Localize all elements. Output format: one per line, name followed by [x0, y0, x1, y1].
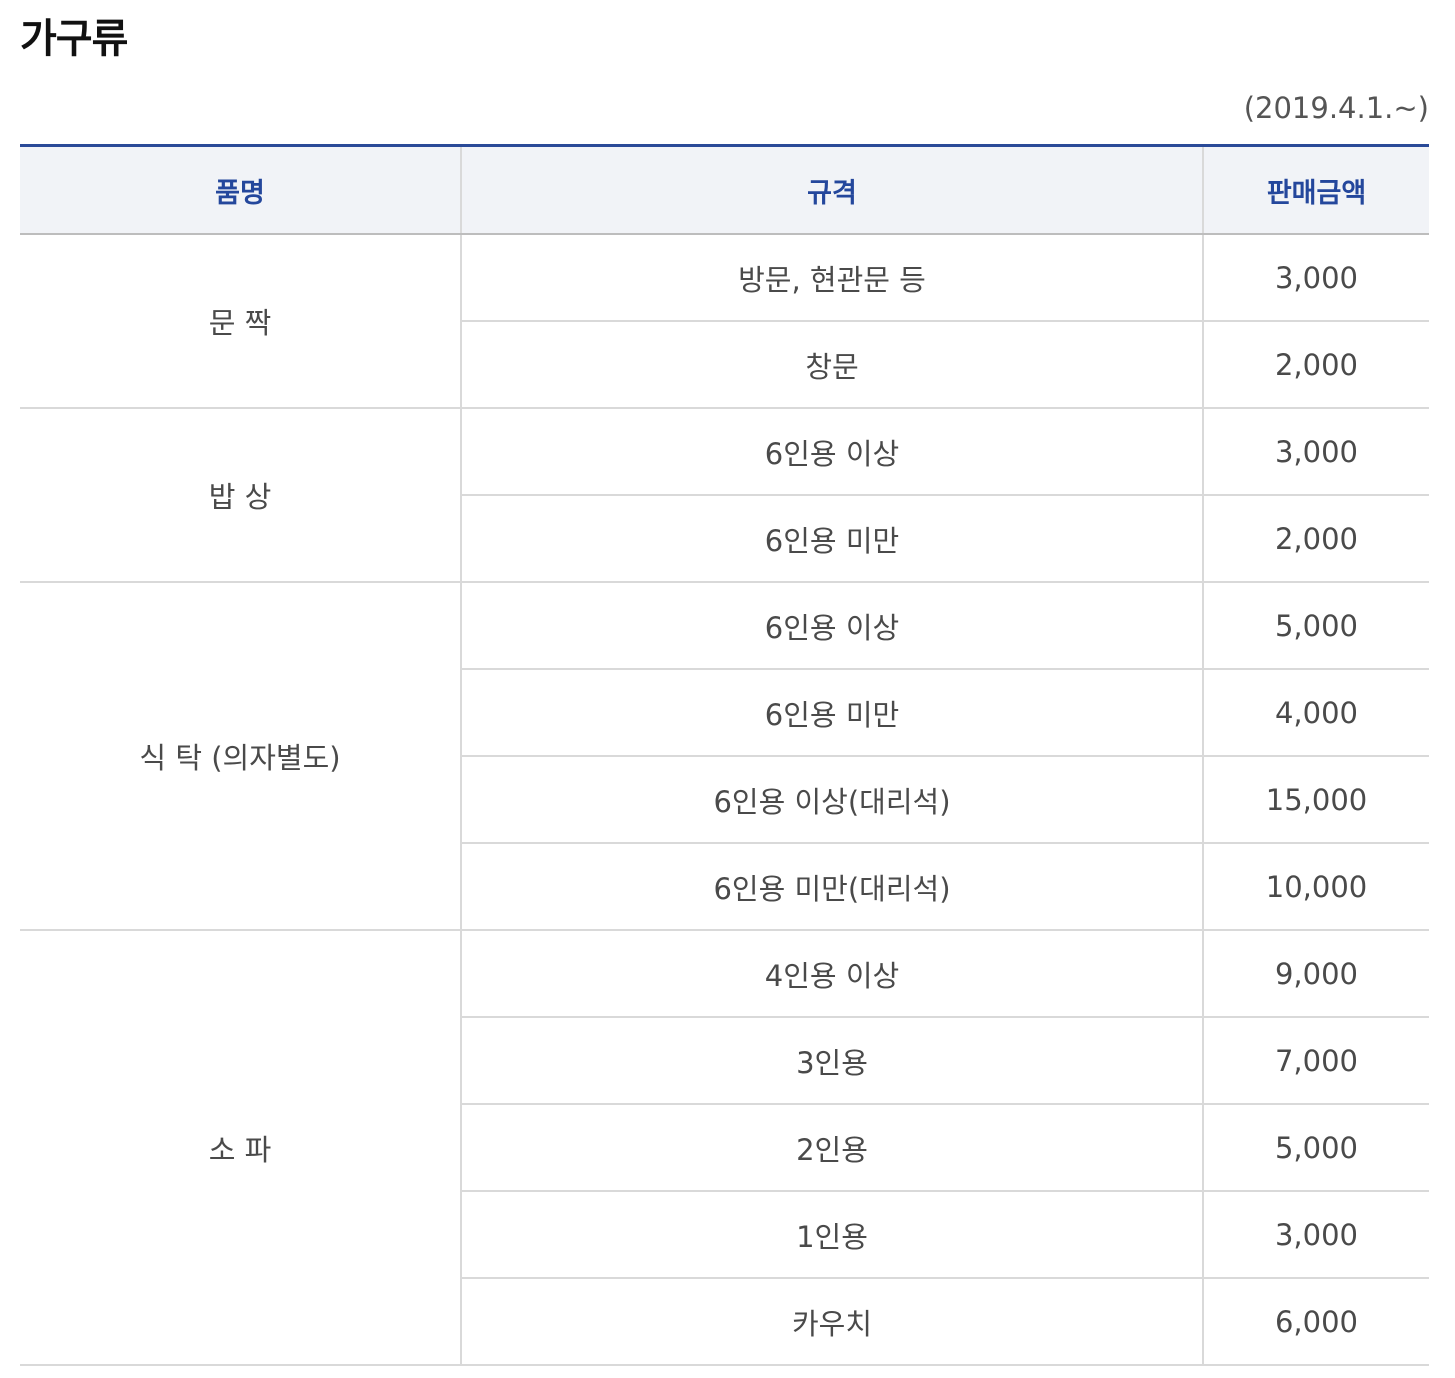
spec-cell: 3인용	[460, 1017, 1203, 1105]
table-header-row: 품명 규격 판매금액	[20, 145, 1429, 235]
spec-cell: 2인용	[460, 1104, 1203, 1192]
page-title: 가구류	[20, 16, 128, 62]
spec-cell: 6인용 미만(대리석)	[460, 843, 1203, 931]
spec-cell: 카우치	[460, 1278, 1203, 1366]
price-cell: 7,000	[1202, 1017, 1429, 1105]
price-cell: 9,000	[1202, 930, 1429, 1018]
item-name-cell: 밥 상	[20, 408, 461, 583]
spec-cell: 6인용 미만	[460, 495, 1203, 583]
price-cell: 3,000	[1202, 234, 1429, 322]
price-cell: 5,000	[1202, 582, 1429, 670]
price-cell: 3,000	[1202, 1191, 1429, 1279]
header-item-name: 품명	[20, 145, 461, 235]
spec-cell: 4인용 이상	[460, 930, 1203, 1018]
price-cell: 10,000	[1202, 843, 1429, 931]
item-name-cell: 문 짝	[20, 234, 461, 409]
header-price: 판매금액	[1202, 145, 1429, 235]
item-name-cell: 식 탁 (의자별도)	[20, 582, 461, 931]
table-row: 식 탁 (의자별도) 6인용 이상 5,000	[20, 582, 1429, 931]
table-row: 문 짝 방문, 현관문 등 3,000	[20, 234, 1429, 409]
price-cell: 15,000	[1202, 756, 1429, 844]
spec-cell: 6인용 이상	[460, 582, 1203, 670]
table-row: 밥 상 6인용 이상 3,000	[20, 408, 1429, 583]
item-name-cell: 소 파	[20, 930, 461, 1366]
effective-date: (2019.4.1.~)	[1243, 91, 1429, 125]
spec-cell: 6인용 이상	[460, 408, 1203, 496]
header-spec: 규격	[460, 145, 1203, 235]
price-cell: 3,000	[1202, 408, 1429, 496]
spec-cell: 방문, 현관문 등	[460, 234, 1203, 322]
spec-cell: 6인용 이상(대리석)	[460, 756, 1203, 844]
price-cell: 5,000	[1202, 1104, 1429, 1192]
spec-cell: 1인용	[460, 1191, 1203, 1279]
price-cell: 4,000	[1202, 669, 1429, 757]
price-table: 품명 규격 판매금액 문 짝 방문, 현관문 등 3,000 창문 2,000 …	[20, 144, 1429, 1366]
price-cell: 2,000	[1202, 495, 1429, 583]
price-cell: 6,000	[1202, 1278, 1429, 1366]
price-cell: 2,000	[1202, 321, 1429, 409]
spec-cell: 창문	[460, 321, 1203, 409]
table-row: 소 파 4인용 이상 9,000	[20, 930, 1429, 1366]
spec-cell: 6인용 미만	[460, 669, 1203, 757]
